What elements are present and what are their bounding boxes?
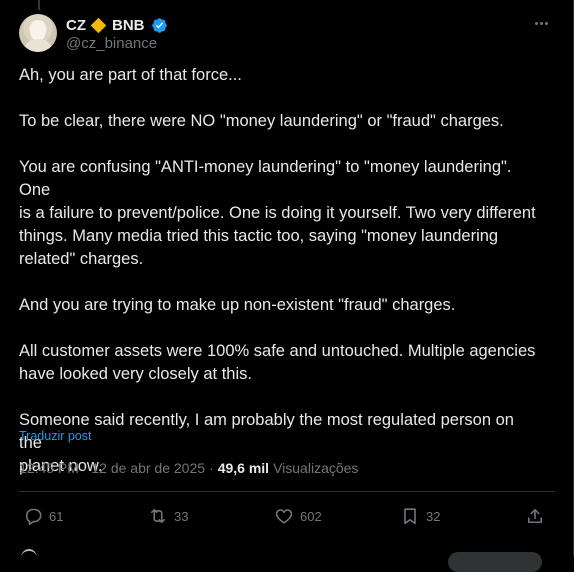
action-bar: 61 33 602 32 bbox=[19, 504, 555, 528]
author-name-row[interactable]: CZ BNB bbox=[66, 15, 168, 35]
repost-count: 33 bbox=[174, 508, 189, 524]
avatar-face bbox=[30, 21, 46, 41]
avatar-shoulders bbox=[24, 39, 52, 52]
author-handle[interactable]: @cz_binance bbox=[66, 35, 157, 52]
diamond-icon bbox=[90, 17, 107, 33]
more-dot bbox=[544, 21, 548, 25]
more-icon[interactable] bbox=[530, 12, 552, 34]
post-timestamp[interactable]: 12:45 PM · 12 de abr de 2025 bbox=[19, 460, 205, 476]
verified-badge-icon[interactable] bbox=[151, 17, 168, 34]
bookmark-icon bbox=[404, 508, 416, 525]
post-paragraph: You are confusing "ANTI-money laundering… bbox=[19, 158, 536, 268]
metadata-separator: · bbox=[209, 460, 214, 476]
post-paragraph: Ah, you are part of that force... bbox=[19, 66, 242, 84]
reply-icon bbox=[25, 508, 42, 526]
post-paragraph: And you are trying to make up non-existe… bbox=[19, 296, 456, 314]
post: CZ BNB @cz_binance Ah, you are part of t… bbox=[0, 0, 573, 556]
views-label: Visualizações bbox=[273, 460, 359, 476]
next-post-avatar-edge bbox=[21, 549, 37, 567]
repost-button[interactable]: 33 bbox=[148, 504, 188, 528]
share-icon bbox=[527, 508, 543, 524]
author-name-suffix: BNB bbox=[112, 16, 145, 34]
post-metadata: 12:45 PM · 12 de abr de 2025 · 49,6 mil … bbox=[19, 459, 358, 477]
actions-divider bbox=[19, 491, 555, 492]
more-dot bbox=[534, 21, 538, 25]
post-paragraph: To be clear, there were NO "money launde… bbox=[19, 112, 504, 130]
like-count: 602 bbox=[300, 508, 322, 524]
share-button[interactable] bbox=[525, 504, 545, 528]
views-count: 49,6 mil bbox=[217, 460, 270, 476]
author-name: CZ bbox=[66, 16, 86, 34]
reply-button[interactable]: 61 bbox=[23, 504, 63, 528]
post-paragraph: All customer assets were 100% safe and u… bbox=[19, 342, 536, 383]
like-button[interactable]: 602 bbox=[274, 504, 322, 528]
bookmark-count: 32 bbox=[426, 508, 441, 524]
post-text: Ah, you are part of that force... To be … bbox=[19, 64, 539, 501]
next-post-button-edge bbox=[448, 552, 542, 572]
repost-icon bbox=[150, 508, 166, 524]
translate-post-link[interactable]: Traduzir post bbox=[19, 429, 91, 443]
heart-icon bbox=[275, 509, 293, 524]
reply-count: 61 bbox=[49, 508, 64, 524]
more-dot bbox=[539, 21, 543, 25]
bookmark-button[interactable]: 32 bbox=[400, 504, 440, 528]
avatar[interactable] bbox=[19, 14, 57, 52]
